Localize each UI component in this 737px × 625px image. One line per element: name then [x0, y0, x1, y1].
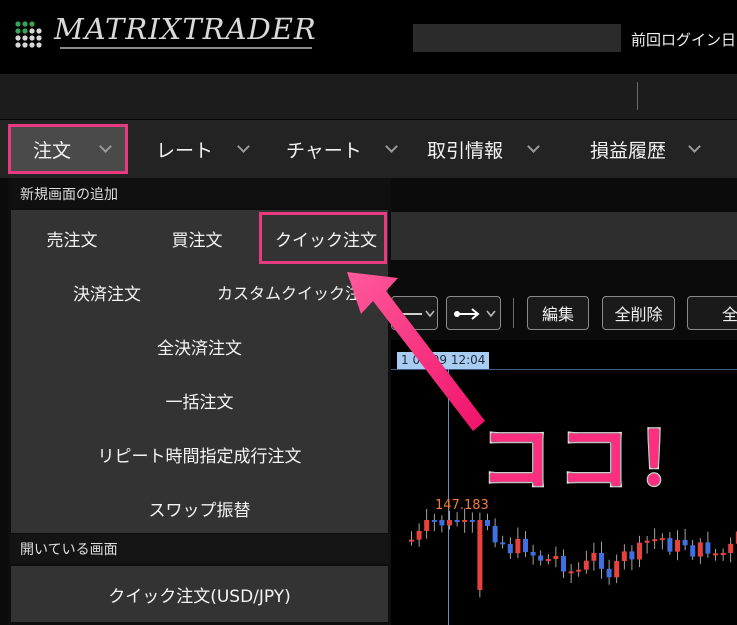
section-open-screens: 開いている画面	[10, 534, 390, 564]
candle-body	[606, 568, 612, 578]
candle-body	[492, 525, 498, 543]
candle-body	[500, 542, 506, 545]
line-style-select[interactable]	[391, 296, 438, 330]
menu-order-label: 注文	[33, 139, 72, 162]
menu-item-settle-order[interactable]: 決済注文	[47, 280, 167, 305]
candle-body	[690, 545, 696, 557]
chevron-down-icon	[237, 139, 250, 153]
toolbar-divider	[513, 298, 514, 328]
section-new-screen: 新規画面の追加	[10, 180, 390, 208]
order-dropdown-menu: 新規画面の追加 売注文 買注文 クイック注文 決済注文 カスタムクイック注文 全…	[8, 178, 391, 625]
candle-body	[545, 559, 551, 562]
user-name-box	[413, 24, 621, 52]
menu-rate-label: レート	[156, 139, 214, 162]
delete-all-button[interactable]: 全削除	[602, 296, 675, 330]
logo-text: MATRIXTRADER	[54, 12, 317, 46]
candle-body	[667, 538, 673, 552]
candle-body	[530, 551, 536, 556]
candle-body	[728, 543, 734, 553]
candle-body	[515, 538, 521, 554]
quick-order-highlight	[259, 212, 387, 264]
candle-body	[454, 520, 460, 523]
candle-body	[583, 560, 589, 570]
candle-body	[713, 553, 718, 556]
menu-trade-info[interactable]: 取引情報	[427, 120, 540, 178]
candle-body	[637, 542, 642, 560]
main-menubar: 注文 レート チャート 取引情報 損益履歴	[0, 120, 737, 178]
candle-body	[409, 539, 414, 542]
all-button[interactable]: 全	[687, 296, 737, 330]
candle-body	[485, 520, 490, 526]
menu-pnl-history-label: 損益履歴	[590, 139, 667, 162]
sub-toolbar	[0, 74, 737, 120]
candle-body	[469, 520, 475, 522]
candle-body	[629, 551, 635, 560]
candle-body	[720, 552, 726, 555]
menu-item-bulk-order[interactable]: 一括注文	[11, 388, 388, 413]
menu-order[interactable]: 注文	[8, 124, 128, 174]
candle-body	[462, 520, 468, 523]
candle-body	[416, 530, 422, 540]
menu-item-buy-order[interactable]: 買注文	[142, 226, 252, 251]
candle-body	[561, 556, 566, 572]
candle-body	[659, 538, 665, 541]
menu-item-settle-all-order[interactable]: 全決済注文	[11, 334, 388, 359]
menu-rate[interactable]: レート	[156, 120, 250, 178]
menu-chart[interactable]: チャート	[286, 120, 398, 178]
candle-body	[705, 542, 711, 554]
candle-body	[591, 552, 597, 561]
candle-body	[553, 556, 559, 560]
candle-body	[431, 520, 437, 522]
line-style-icon	[394, 310, 435, 318]
chevron-down-icon	[688, 139, 701, 153]
chevron-down-icon	[384, 139, 398, 153]
double-arrow-icon	[454, 308, 496, 320]
candle-body	[507, 543, 513, 554]
candle-body	[523, 538, 528, 552]
candle-body	[682, 539, 688, 546]
candle-body	[621, 551, 627, 562]
candle-body	[477, 520, 483, 590]
candle-body	[614, 561, 620, 578]
menu-pnl-history[interactable]: 損益履歴	[590, 120, 701, 178]
candle-body	[652, 539, 658, 542]
last-login-label: 前回ログイン日時	[631, 31, 737, 49]
logo-underline	[60, 47, 312, 49]
candle-body	[424, 520, 430, 531]
candle-body	[675, 539, 680, 552]
candle-body	[644, 540, 650, 543]
candle-body	[439, 520, 445, 526]
open-item-quick-order-usdjpy[interactable]: クイック注文(USD/JPY)	[11, 582, 388, 607]
logo-icon	[15, 21, 42, 48]
menu-item-swap-transfer[interactable]: スワップ振替	[11, 496, 388, 521]
divider	[637, 82, 638, 110]
candle-body	[447, 520, 452, 526]
menu-item-sell-order[interactable]: 売注文	[17, 226, 127, 251]
line-type-select[interactable]	[446, 296, 501, 330]
candle-body	[599, 552, 604, 569]
chevron-down-icon	[99, 139, 112, 153]
app-header: MATRIXTRADER 前回ログイン日時	[0, 0, 737, 74]
chart-toolbar: 編集 全削除 全	[391, 290, 737, 340]
menu-item-custom-quick-order[interactable]: カスタムクイック注文	[207, 280, 387, 304]
panel-header	[391, 212, 737, 260]
annotation-callout: ココ！	[478, 416, 715, 503]
candle-body	[697, 542, 703, 557]
open-screen-list: クイック注文(USD/JPY)	[11, 566, 388, 622]
candle-body	[576, 569, 582, 572]
candle-body	[568, 571, 574, 574]
menu-item-repeat-timed-market-order[interactable]: リピート時間指定成行注文	[11, 442, 388, 467]
candle-body	[538, 555, 544, 561]
menu-chart-label: チャート	[286, 139, 362, 162]
new-screen-list: 売注文 買注文 クイック注文 決済注文 カスタムクイック注文 全決済注文 一括注…	[11, 210, 388, 533]
chevron-down-icon	[527, 139, 540, 153]
menu-trade-info-label: 取引情報	[427, 139, 504, 162]
edit-button[interactable]: 編集	[527, 296, 589, 330]
